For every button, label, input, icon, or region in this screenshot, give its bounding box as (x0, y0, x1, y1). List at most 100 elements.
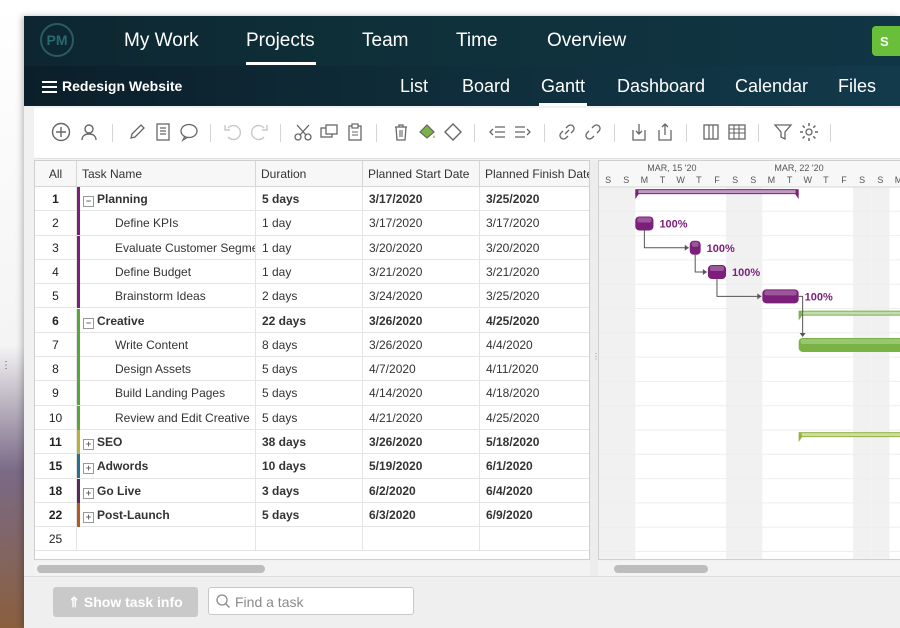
fill-color-icon[interactable] (416, 122, 438, 144)
outdent-icon[interactable] (486, 122, 508, 144)
collapse-icon[interactable]: − (83, 317, 94, 329)
cut-icon[interactable] (292, 122, 314, 144)
nav-team[interactable]: Team (362, 30, 408, 52)
expand-icon[interactable]: + (83, 511, 94, 523)
delete-icon[interactable] (390, 122, 412, 144)
duration-cell[interactable]: 1 day (256, 259, 363, 284)
start-date-cell[interactable]: 4/7/2020 (363, 357, 480, 382)
task-name-cell[interactable]: − Planning (77, 187, 256, 211)
task-name-cell[interactable]: Define Budget (77, 259, 256, 284)
duration-cell[interactable]: 1 day (256, 235, 363, 260)
column-header-planned-start[interactable]: Planned Start Date (363, 161, 480, 187)
finish-date-cell[interactable]: 5/18/2020 (480, 430, 589, 454)
scrollbar-thumb[interactable] (614, 565, 708, 573)
duration-cell[interactable]: 10 days (256, 454, 363, 479)
finish-date-cell[interactable] (480, 527, 589, 551)
indent-icon[interactable] (512, 122, 534, 144)
task-name-cell[interactable]: Build Landing Pages (77, 381, 256, 406)
expand-icon[interactable]: + (83, 439, 94, 450)
finish-date-cell[interactable]: 3/21/2020 (480, 260, 589, 284)
notes-icon[interactable] (152, 122, 174, 144)
tab-list[interactable]: List (400, 76, 428, 97)
start-date-cell[interactable]: 3/20/2020 (363, 235, 480, 260)
nav-overview[interactable]: Overview (547, 30, 626, 52)
table-row[interactable]: 6− Creative 22 days 3/26/2020 4/25/2020 (35, 308, 589, 333)
column-header-all[interactable]: All (35, 161, 77, 187)
task-name-cell[interactable]: Review and Edit Creative (77, 405, 256, 430)
nav-time[interactable]: Time (456, 30, 498, 52)
finish-date-cell[interactable]: 4/25/2020 (480, 406, 589, 430)
finish-date-cell[interactable]: 3/20/2020 (480, 236, 589, 260)
duration-cell[interactable]: 5 days (256, 187, 363, 211)
duration-cell[interactable]: 8 days (256, 332, 363, 357)
copy-icon[interactable] (318, 122, 340, 144)
project-title[interactable]: Redesign Website (62, 78, 182, 94)
table-row[interactable]: 11 + SEO 38 days 3/26/2020 5/18/2020 (35, 430, 589, 455)
gantt-horizontal-scrollbar[interactable] (598, 562, 900, 576)
collapse-icon[interactable]: − (83, 196, 94, 207)
grid-horizontal-scrollbar[interactable] (34, 562, 590, 576)
app-logo[interactable]: PM (40, 23, 74, 57)
duration-cell[interactable]: 5 days (256, 381, 363, 406)
table-row[interactable]: 7 Write Content 8 days 3/26/2020 4/4/2020 (35, 332, 589, 358)
milestone-icon[interactable] (442, 122, 464, 144)
nav-my-work[interactable]: My Work (124, 30, 199, 52)
task-name-cell[interactable]: Write Content (77, 332, 256, 357)
scrollbar-thumb[interactable] (37, 565, 265, 573)
filter-icon[interactable] (772, 122, 794, 144)
finish-date-cell[interactable]: 6/4/2020 (480, 479, 589, 503)
table-row[interactable]: 15 + Adwords 10 days 5/19/2020 6/1/2020 (35, 454, 589, 479)
finish-date-cell[interactable]: 4/4/2020 (480, 333, 589, 357)
unlink-icon[interactable] (582, 122, 604, 144)
tab-gantt[interactable]: Gantt (541, 76, 585, 97)
start-date-cell[interactable]: 4/14/2020 (363, 381, 480, 406)
table-row[interactable]: 3 Evaluate Customer Segme 1 day 3/20/2020 3/… (35, 235, 589, 260)
duration-cell[interactable]: 22 days (256, 308, 363, 333)
start-date-cell[interactable]: 3/17/2020 (363, 187, 480, 211)
settings-icon[interactable] (798, 122, 820, 144)
task-name-cell[interactable]: + Adwords (77, 454, 256, 479)
edit-icon[interactable] (126, 122, 148, 144)
add-task-icon[interactable] (50, 122, 72, 144)
column-header-duration[interactable]: Duration (256, 161, 363, 187)
paste-icon[interactable] (344, 122, 366, 144)
task-name-cell[interactable]: Define KPIs (77, 211, 256, 236)
grid-icon[interactable] (726, 122, 748, 144)
start-date-cell[interactable] (363, 527, 480, 552)
table-row[interactable]: 10 Review and Edit Creative 5 days 4/21/202… (35, 405, 589, 430)
duration-cell[interactable]: 1 day (256, 211, 363, 236)
columns-icon[interactable] (700, 122, 722, 144)
cta-button[interactable]: S (872, 26, 900, 56)
duration-cell[interactable]: 5 days (256, 357, 363, 382)
start-date-cell[interactable]: 3/24/2020 (363, 284, 480, 309)
show-task-info-button[interactable]: ⇑ Show task info (53, 587, 198, 617)
duration-cell[interactable] (256, 527, 363, 552)
start-date-cell[interactable]: 3/26/2020 (363, 332, 480, 357)
column-header-task-name[interactable]: Task Name (77, 161, 256, 187)
pane-splitter[interactable]: ⋮ (590, 160, 600, 576)
table-row[interactable]: 8 Design Assets 5 days 4/7/2020 4/11/2020 (35, 357, 589, 382)
task-name-cell[interactable]: + Go Live (77, 478, 256, 503)
start-date-cell[interactable]: 3/26/2020 (363, 308, 480, 333)
redo-icon[interactable] (248, 122, 270, 144)
start-date-cell[interactable]: 3/21/2020 (363, 259, 480, 284)
expand-icon[interactable]: + (83, 487, 94, 499)
finish-date-cell[interactable]: 6/1/2020 (480, 454, 589, 478)
undo-icon[interactable] (222, 122, 244, 144)
link-icon[interactable] (556, 122, 578, 144)
find-task-input[interactable] (233, 592, 407, 612)
column-header-planned-finish[interactable]: Planned Finish Date (480, 161, 589, 187)
hamburger-menu-icon[interactable] (42, 81, 57, 93)
tab-files[interactable]: Files (838, 76, 876, 97)
finish-date-cell[interactable]: 3/25/2020 (480, 284, 589, 308)
start-date-cell[interactable]: 5/19/2020 (363, 454, 480, 479)
expand-icon[interactable]: + (83, 463, 94, 475)
finish-date-cell[interactable]: 3/25/2020 (480, 187, 589, 211)
table-row[interactable]: 25 (35, 527, 589, 552)
duration-cell[interactable]: 5 days (256, 502, 363, 527)
duration-cell[interactable]: 5 days (256, 405, 363, 430)
task-name-cell[interactable]: + SEO (77, 430, 256, 454)
task-name-cell[interactable] (77, 527, 256, 552)
resize-grip-icon[interactable]: ⋮ (1, 361, 11, 371)
finish-date-cell[interactable]: 4/18/2020 (480, 381, 589, 405)
